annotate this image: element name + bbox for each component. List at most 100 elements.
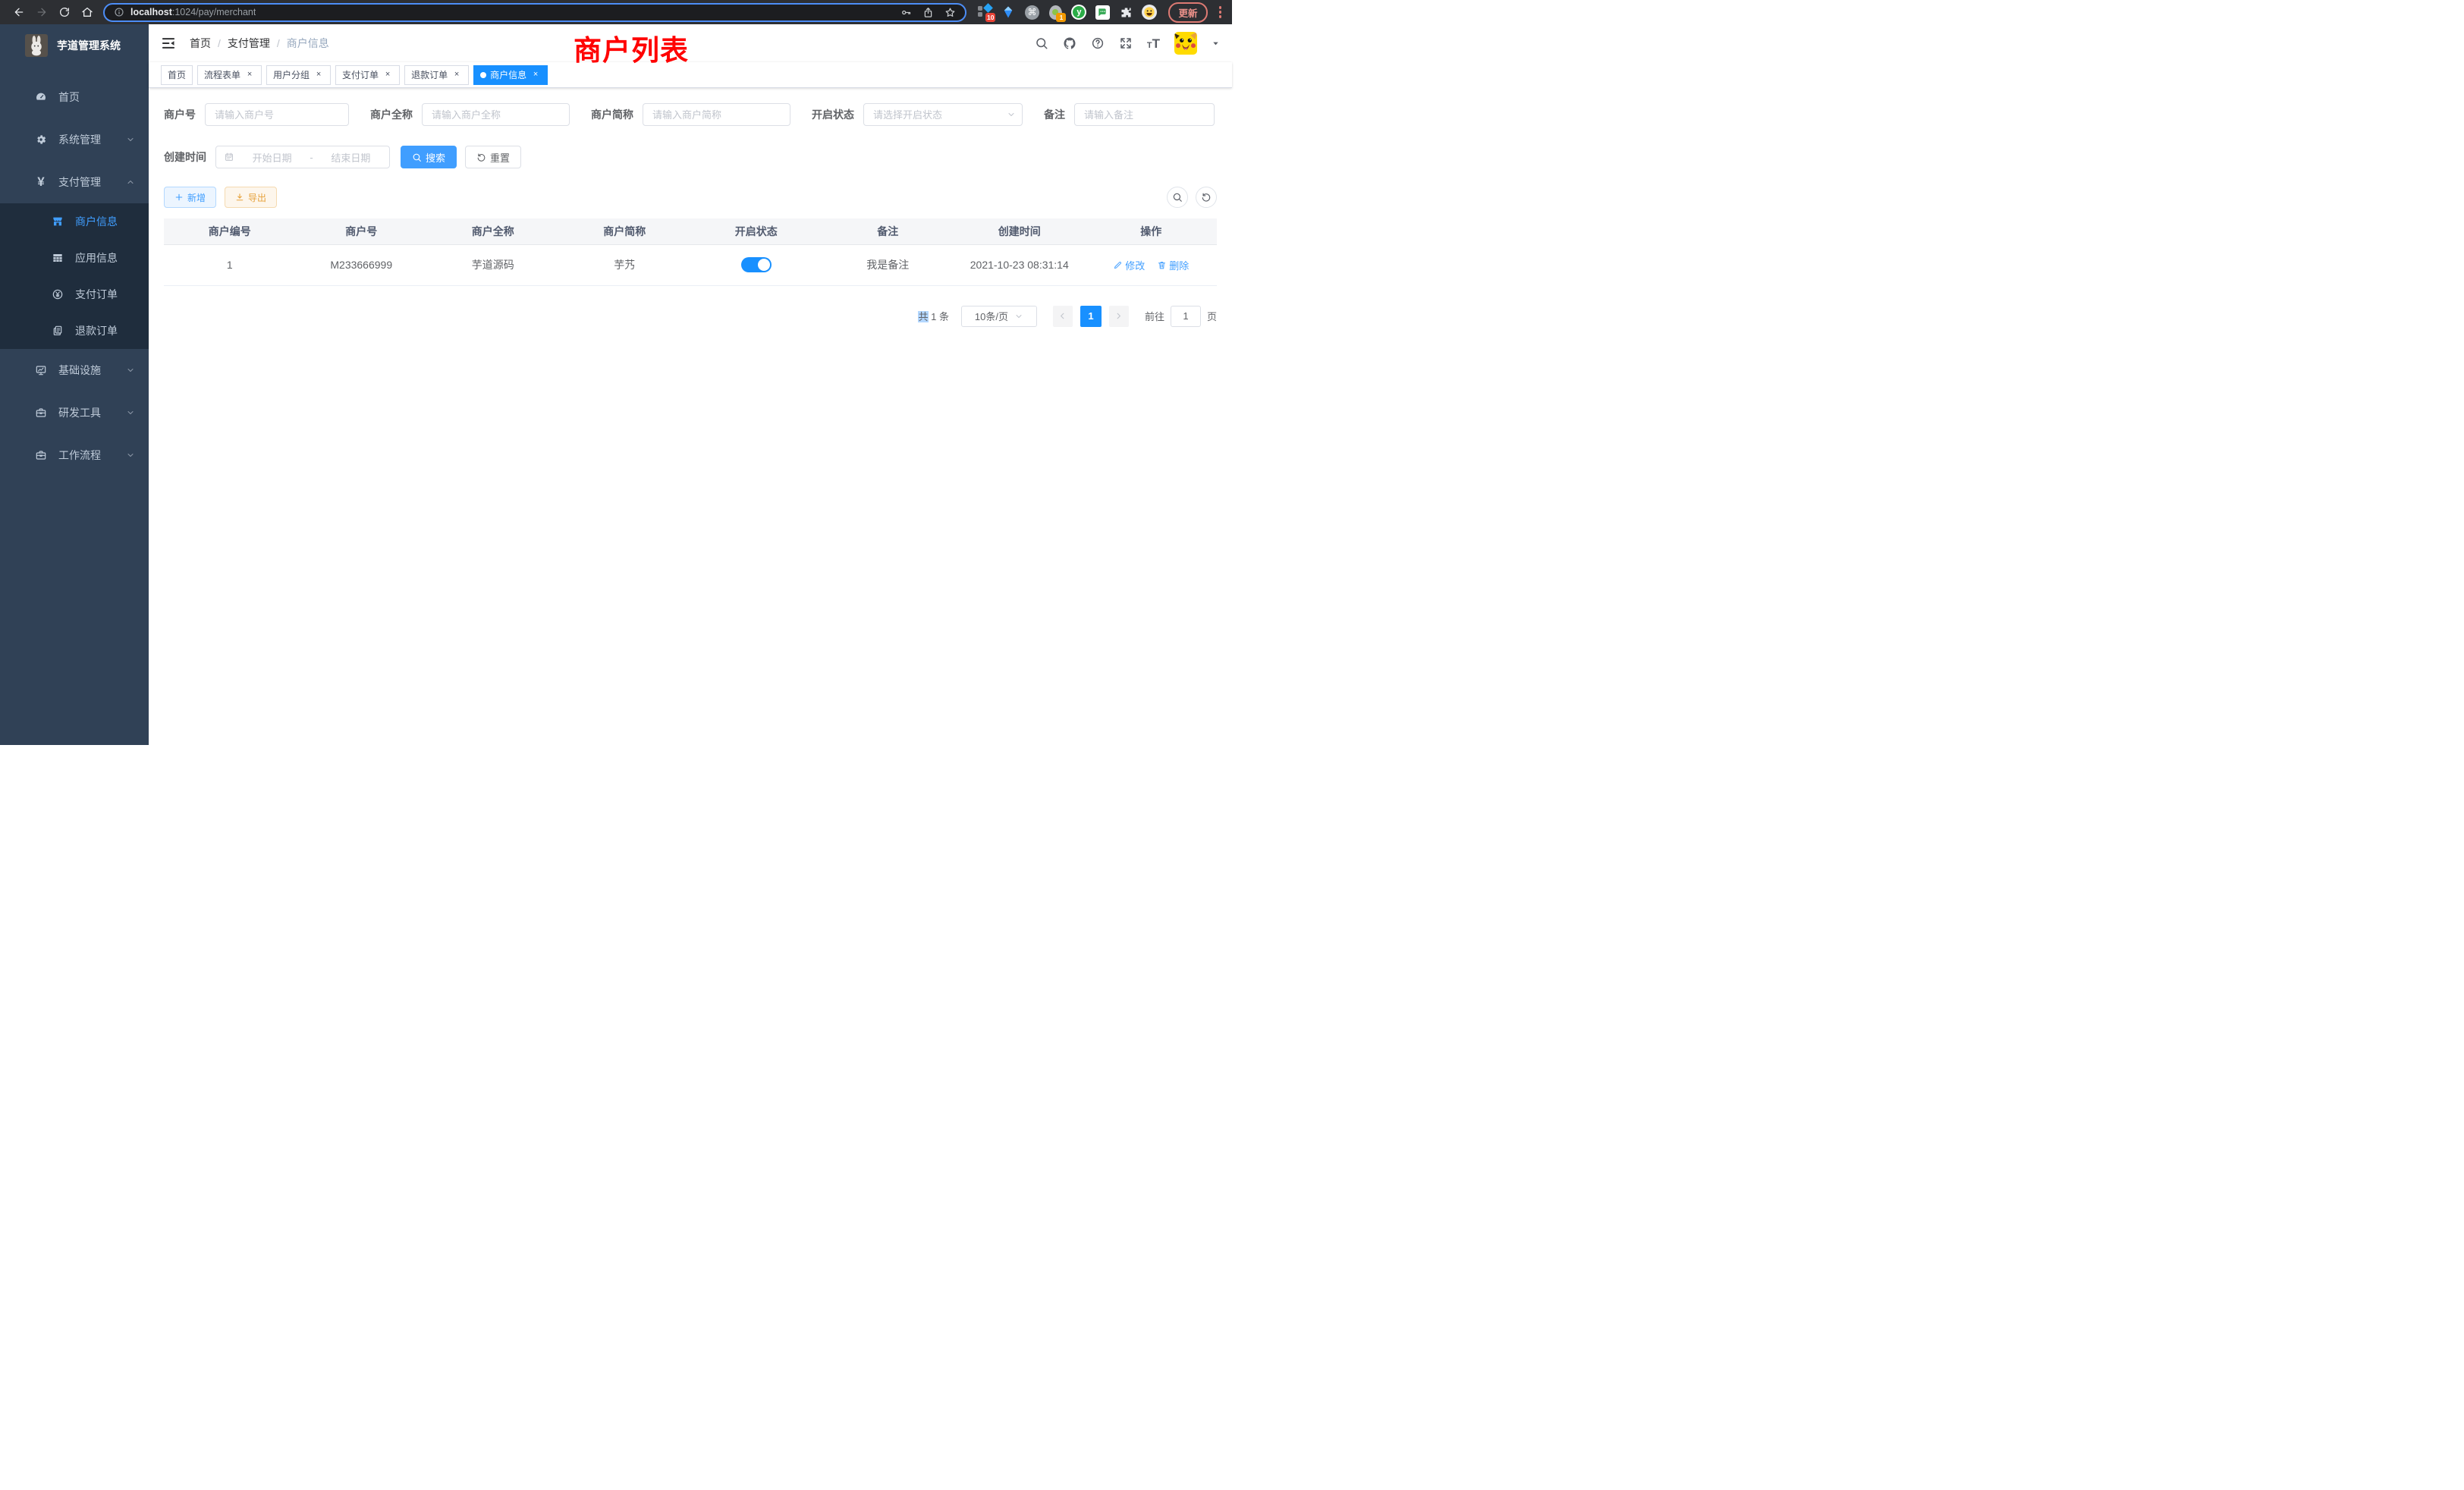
cell-remark: 我是备注 — [822, 244, 954, 285]
tab-user-group[interactable]: 用户分组× — [266, 65, 331, 85]
extension-tasks-icon[interactable]: 10 — [977, 5, 992, 20]
top-navbar: 首页 / 支付管理 / 商户信息 TT — [149, 24, 1232, 62]
hamburger-icon[interactable] — [161, 35, 178, 52]
active-dot-icon — [480, 72, 486, 78]
logo-bunny-image — [25, 34, 48, 57]
page-size-select[interactable]: 10条/页 — [961, 306, 1037, 327]
password-key-icon[interactable] — [900, 7, 912, 18]
close-icon[interactable]: × — [313, 70, 324, 80]
col-remark: 备注 — [822, 218, 954, 244]
full-name-label: 商户全称 — [370, 107, 413, 122]
sidebar-item-system[interactable]: 系统管理 — [0, 118, 149, 161]
address-bar[interactable]: localhost:1024/pay/merchant — [103, 3, 966, 22]
sidebar-item-dev-tools[interactable]: 研发工具 — [0, 391, 149, 434]
font-size-icon[interactable]: TT — [1147, 37, 1160, 50]
date-range-picker[interactable]: 开始日期 - 结束日期 — [215, 146, 390, 168]
user-avatar[interactable] — [1174, 32, 1197, 55]
tab-process-form[interactable]: 流程表单× — [197, 65, 262, 85]
chevron-down-icon — [126, 366, 135, 375]
table-toolbar: 新增 导出 — [164, 187, 1217, 208]
merchant-no-input[interactable] — [205, 103, 349, 126]
sidebar-item-home[interactable]: 首页 — [0, 76, 149, 118]
toggle-search-button[interactable] — [1167, 187, 1188, 208]
close-icon[interactable]: × — [382, 70, 393, 80]
extension-gem-icon[interactable] — [1001, 5, 1016, 20]
header-search-icon[interactable] — [1035, 36, 1048, 50]
breadcrumb-home[interactable]: 首页 — [190, 36, 211, 51]
col-status: 开启状态 — [690, 218, 822, 244]
col-short-name: 商户简称 — [559, 218, 691, 244]
breadcrumb-current: 商户信息 — [287, 36, 329, 51]
breadcrumb-pay[interactable]: 支付管理 — [228, 36, 270, 51]
close-icon[interactable]: × — [530, 70, 541, 80]
remark-input[interactable] — [1074, 103, 1215, 126]
sidebar-item-infra[interactable]: 基础设施 — [0, 349, 149, 391]
goto-label: 前往 — [1145, 309, 1164, 323]
extension-chat-icon[interactable] — [1095, 5, 1110, 20]
sidebar-item-app-info[interactable]: 应用信息 — [0, 240, 149, 276]
browser-update-button[interactable]: 更新 — [1168, 2, 1207, 23]
chevron-down-icon — [126, 135, 135, 144]
short-name-input[interactable] — [643, 103, 790, 126]
toolbox-icon — [35, 407, 47, 419]
browser-home-icon[interactable] — [76, 2, 99, 22]
page-unit-label: 页 — [1207, 309, 1217, 323]
status-select[interactable] — [863, 103, 1023, 126]
full-name-input[interactable] — [422, 103, 570, 126]
sidebar-item-refund-order[interactable]: 退款订单 — [0, 313, 149, 349]
cell-merchant-id: 1 — [164, 244, 296, 285]
filter-row-1: 商户号 商户全称 商户简称 开启状态 — [164, 103, 1217, 126]
close-icon[interactable]: × — [451, 70, 462, 80]
profile-avatar-icon[interactable] — [1142, 5, 1157, 20]
browser-reload-icon[interactable] — [53, 2, 76, 22]
col-created: 创建时间 — [954, 218, 1086, 244]
extension-command-icon[interactable]: ⌘ — [1024, 5, 1039, 20]
tab-merchant-info[interactable]: 商户信息× — [473, 65, 548, 85]
end-date-placeholder: 结束日期 — [320, 150, 382, 165]
edit-link[interactable]: 修改 — [1113, 258, 1145, 272]
status-switch[interactable] — [741, 257, 772, 272]
tab-pay-order[interactable]: 支付订单× — [335, 65, 400, 85]
chevron-down-icon — [126, 408, 135, 417]
add-button[interactable]: 新增 — [164, 187, 216, 208]
page-number-1[interactable]: 1 — [1080, 306, 1102, 327]
gear-icon — [35, 134, 47, 146]
extension-y-icon[interactable]: y — [1071, 5, 1086, 20]
chevron-up-icon — [126, 178, 135, 187]
sidebar-item-pay-order[interactable]: 支付订单 — [0, 276, 149, 313]
export-button[interactable]: 导出 — [225, 187, 277, 208]
next-page-button[interactable] — [1109, 306, 1129, 327]
bookmark-star-icon[interactable] — [944, 7, 956, 18]
avatar-caret-icon[interactable] — [1212, 39, 1220, 48]
browser-forward-icon[interactable] — [30, 2, 53, 22]
extensions-puzzle-icon[interactable] — [1118, 5, 1133, 20]
goto-page-input[interactable] — [1171, 306, 1201, 327]
fullscreen-icon[interactable] — [1119, 36, 1133, 50]
col-merchant-id: 商户编号 — [164, 218, 296, 244]
close-icon[interactable]: × — [244, 70, 255, 80]
extension-recorder-icon[interactable]: 1 — [1048, 5, 1063, 20]
tab-home[interactable]: 首页 — [161, 65, 193, 85]
sidebar-item-merchant-info[interactable]: 商户信息 — [0, 203, 149, 240]
browser-menu-icon[interactable] — [1216, 6, 1225, 18]
share-icon[interactable] — [922, 7, 934, 18]
browser-back-icon[interactable] — [8, 2, 30, 22]
grid-icon — [52, 252, 64, 264]
site-info-icon[interactable] — [114, 7, 124, 17]
delete-link[interactable]: 删除 — [1157, 258, 1189, 272]
help-icon[interactable] — [1091, 36, 1105, 50]
github-icon[interactable] — [1063, 36, 1076, 50]
short-name-label: 商户简称 — [591, 107, 633, 122]
status-label: 开启状态 — [812, 107, 854, 122]
prev-page-button[interactable] — [1053, 306, 1073, 327]
merchant-table: 商户编号 商户号 商户全称 商户简称 开启状态 备注 创建时间 操作 1 M23… — [164, 218, 1217, 286]
app-logo[interactable]: 芋道管理系统 — [0, 24, 149, 67]
reset-button[interactable]: 重置 — [465, 146, 521, 168]
tab-refund-order[interactable]: 退款订单× — [404, 65, 469, 85]
cell-created: 2021-10-23 08:31:14 — [954, 244, 1086, 285]
sidebar-item-pay[interactable]: ¥ 支付管理 — [0, 161, 149, 203]
yen-icon: ¥ — [35, 176, 47, 188]
sidebar-item-workflow[interactable]: 工作流程 — [0, 434, 149, 476]
search-button[interactable]: 搜索 — [401, 146, 457, 168]
refresh-button[interactable] — [1196, 187, 1217, 208]
